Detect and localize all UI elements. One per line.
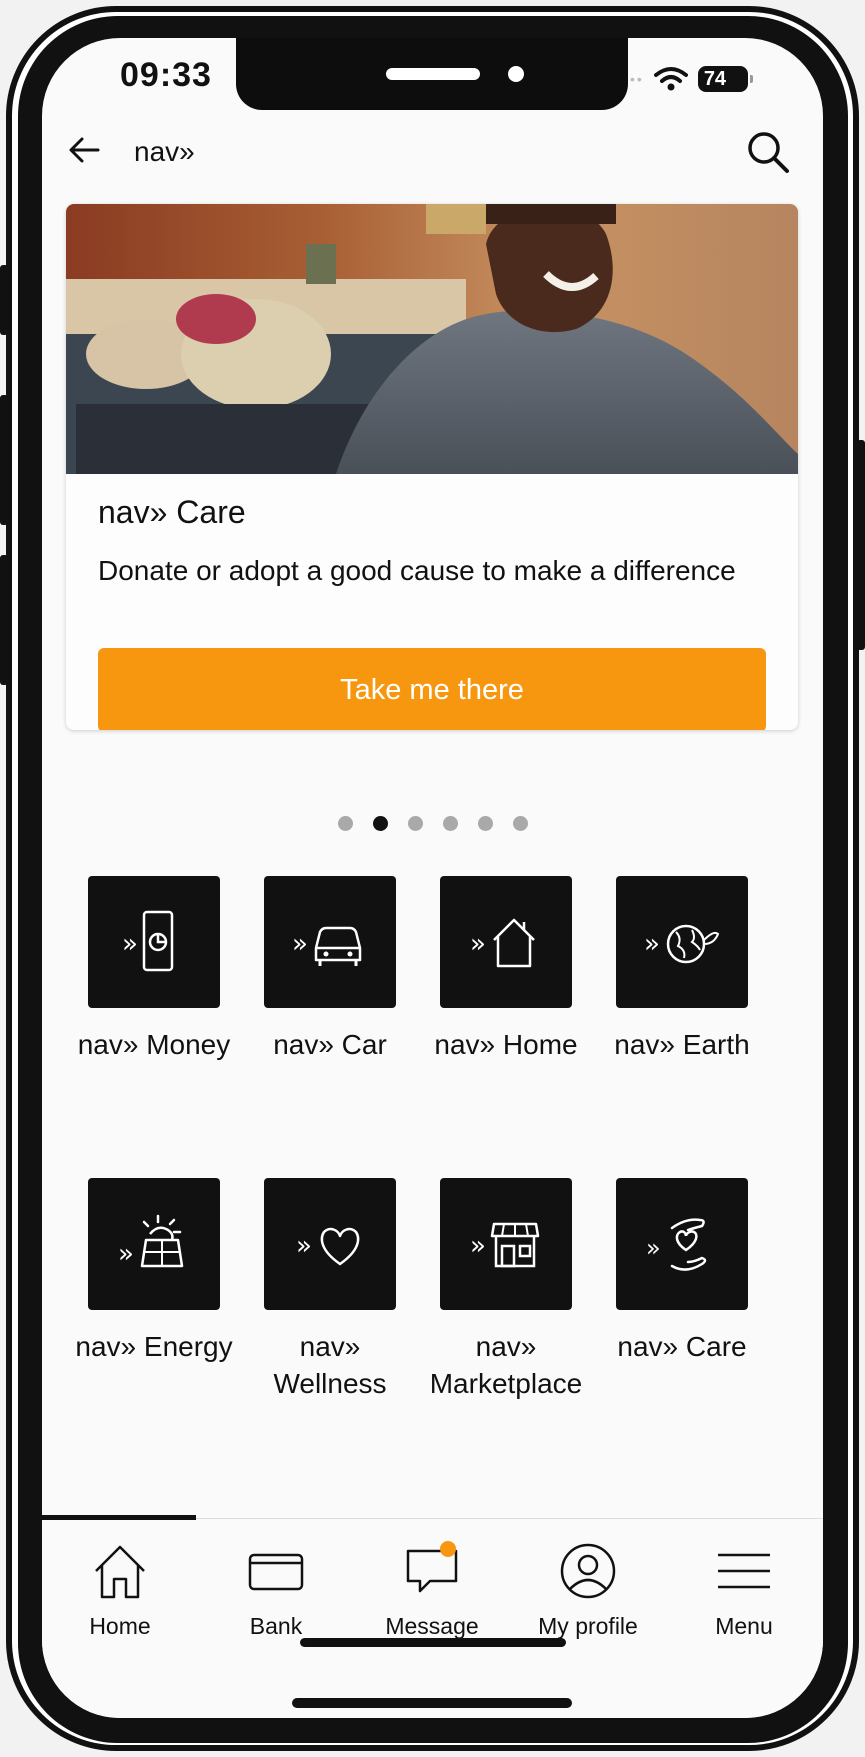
pager-dot[interactable]: [337, 816, 353, 831]
card-description: Donate or adopt a good cause to make a d…: [98, 555, 736, 586]
tile-label: nav» Marketplace: [429, 1331, 583, 1399]
tile-label: nav» Money: [77, 1029, 231, 1060]
app-screen: 09:33 •• 74 nav» nav» Care Donate or ado…: [42, 38, 823, 1718]
tile-label: nav» Earth: [614, 1029, 750, 1060]
tile-marketplace[interactable]: » nav» Marketplace: [418, 1178, 594, 1402]
scroll-indicator: [300, 1638, 566, 1647]
active-tab-indicator: [42, 1515, 196, 1520]
home-icon: [95, 1545, 145, 1599]
tab-label: Message: [385, 1613, 479, 1639]
tile-icon-box: »: [88, 876, 220, 1008]
tile-icon-box: »: [440, 876, 572, 1008]
home-indicator[interactable]: [292, 1698, 572, 1708]
tab-my-profile[interactable]: My profile: [510, 1539, 666, 1640]
tile-label: nav» Car: [273, 1029, 387, 1060]
status-time: 09:33: [120, 56, 212, 94]
svg-text:»: »: [292, 929, 308, 959]
profile-icon: [560, 1543, 616, 1599]
search-icon[interactable]: [744, 128, 792, 176]
tile-wellness[interactable]: » nav» Wellness: [242, 1178, 418, 1402]
volume-down-button: [0, 555, 8, 685]
card-icon: [248, 1553, 304, 1591]
tile-car[interactable]: » nav» Car: [242, 876, 418, 1063]
notch: [236, 38, 628, 110]
signal-dots-icon: ••: [630, 71, 644, 87]
wifi-icon: [653, 67, 688, 91]
battery-icon: 74: [697, 66, 753, 92]
tab-home[interactable]: Home: [42, 1539, 198, 1640]
tab-message[interactable]: Message: [354, 1539, 510, 1640]
car-icon: »: [292, 926, 362, 966]
tile-label: nav» Wellness: [273, 1331, 387, 1399]
svg-text:»: »: [470, 1231, 486, 1261]
tile-label: nav» Care: [617, 1331, 747, 1362]
pager-dot[interactable]: [442, 816, 458, 831]
status-indicators: •• 74: [630, 64, 753, 94]
tile-icon-box: »: [264, 1178, 396, 1310]
tile-icon-box: »: [440, 1178, 572, 1310]
heart-icon: »: [296, 1227, 360, 1266]
take-me-there-button[interactable]: Take me there: [98, 648, 766, 730]
pager-dot[interactable]: [477, 816, 493, 831]
pager-dot[interactable]: [407, 816, 423, 831]
battery-level: 74: [703, 67, 727, 90]
hands-heart-icon: »: [646, 1218, 707, 1271]
tile-icon-box: »: [616, 1178, 748, 1310]
tab-bank[interactable]: Bank: [198, 1539, 354, 1640]
back-arrow-icon[interactable]: [64, 130, 104, 170]
solar-panel-icon: »: [118, 1214, 184, 1269]
tile-label: nav» Energy: [75, 1331, 233, 1362]
bottom-tab-bar: Home Bank Message My profile Menu: [42, 1515, 823, 1718]
front-camera: [508, 66, 524, 82]
tile-energy[interactable]: » nav» Energy: [66, 1178, 242, 1365]
pager-dot-active[interactable]: [372, 816, 388, 831]
tile-icon-box: »: [616, 876, 748, 1008]
top-bar: nav»: [42, 118, 823, 188]
globe-leaf-icon: »: [644, 924, 720, 964]
tab-label: Menu: [715, 1613, 773, 1639]
pager-dot[interactable]: [512, 816, 528, 831]
money-phone-icon: »: [122, 910, 174, 972]
card-title: nav» Care: [98, 494, 246, 530]
promo-card: nav» Care Donate or adopt a good cause t…: [66, 204, 798, 730]
menu-icon: [718, 1553, 770, 1589]
tab-menu[interactable]: Menu: [666, 1539, 822, 1640]
mute-switch: [0, 265, 8, 335]
notification-badge: [440, 1541, 456, 1557]
page-title: nav»: [134, 136, 195, 167]
svg-text:»: »: [118, 1239, 134, 1269]
svg-text:»: »: [122, 929, 138, 959]
house-icon: »: [470, 918, 535, 968]
tile-care[interactable]: » nav» Care: [594, 1178, 770, 1365]
svg-text:»: »: [296, 1231, 312, 1261]
tab-label: My profile: [538, 1613, 638, 1639]
tile-label: nav» Home: [434, 1029, 578, 1060]
carousel-pager[interactable]: [42, 816, 823, 831]
tile-home[interactable]: » nav» Home: [418, 876, 594, 1063]
tile-money[interactable]: » nav» Money: [66, 876, 242, 1063]
svg-text:»: »: [470, 929, 486, 959]
hero-image: [66, 204, 798, 474]
svg-text:»: »: [646, 1234, 661, 1262]
svg-text:»: »: [644, 929, 660, 959]
volume-up-button: [0, 395, 8, 525]
tile-earth[interactable]: » nav» Earth: [594, 876, 770, 1063]
power-button: [857, 440, 865, 650]
storefront-icon: »: [470, 1222, 540, 1268]
tab-label: Home: [89, 1613, 151, 1639]
tab-label: Bank: [249, 1613, 303, 1639]
tile-icon-box: »: [88, 1178, 220, 1310]
tile-icon-box: »: [264, 876, 396, 1008]
speaker: [386, 68, 480, 80]
